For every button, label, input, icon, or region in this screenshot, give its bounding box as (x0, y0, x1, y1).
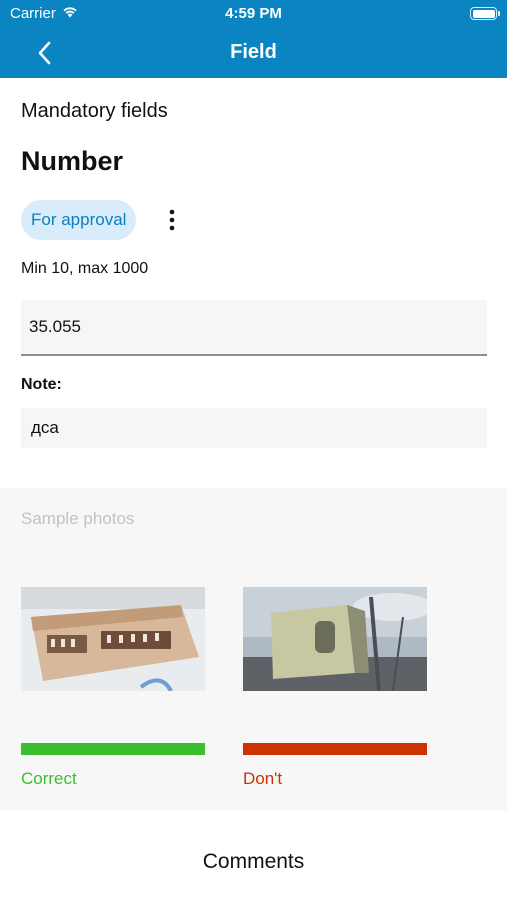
note-label: Note: (21, 376, 62, 393)
more-options-button[interactable] (160, 205, 184, 235)
battery-icon (470, 7, 500, 20)
status-badge[interactable]: For approval (21, 200, 137, 240)
sample-photo-dont[interactable] (243, 587, 427, 691)
comments-button[interactable]: Comments (0, 850, 507, 874)
more-vertical-icon (169, 209, 175, 231)
range-hint: Min 10, max 1000 (21, 260, 149, 277)
number-input[interactable] (21, 300, 487, 356)
status-time: 4:59 PM (225, 5, 282, 22)
note-field[interactable] (21, 408, 487, 448)
field-title: Number (21, 146, 124, 176)
correct-indicator-bar (21, 743, 205, 755)
status-bar: Carrier 4:59 PM (0, 0, 507, 28)
sample-photos-section: Sample photos Correct Don't (0, 488, 507, 810)
section-label: Mandatory fields (21, 100, 168, 122)
caption-dont: Don't (243, 769, 283, 788)
page-title: Field (230, 41, 277, 63)
sample-photo-correct[interactable] (21, 587, 205, 691)
dont-indicator-bar (243, 743, 427, 755)
sample-photos-label: Sample photos (21, 509, 135, 528)
caption-correct: Correct (21, 769, 77, 788)
navigation-bar: Carrier 4:59 PM Field (0, 0, 507, 78)
